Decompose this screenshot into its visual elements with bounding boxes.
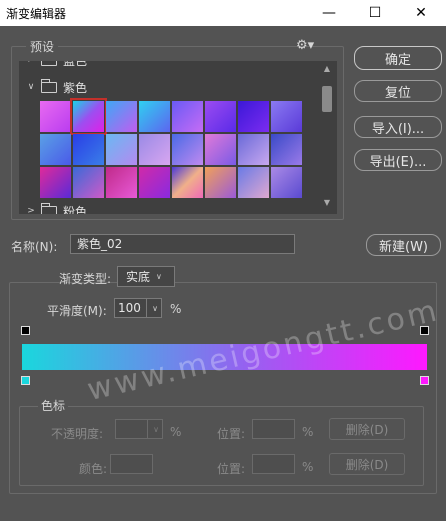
minimize-button[interactable]: — [306,0,352,26]
chevron-down-icon: ∨ [156,272,162,281]
gradient-swatch[interactable] [271,134,302,165]
chevron-right-icon[interactable]: > [25,61,37,65]
opacity-location-input[interactable] [252,419,295,439]
color-location-label: 位置: [217,462,246,476]
gradient-swatch[interactable] [205,101,236,132]
opacity-input[interactable]: ∨ [115,419,163,439]
gradient-swatch[interactable] [40,134,71,165]
name-input[interactable]: 紫色_02 [70,234,295,254]
gradient-swatch[interactable] [40,101,71,132]
chevron-down-icon[interactable]: ∨ [25,82,37,92]
gradient-swatch[interactable] [205,167,236,198]
folder-label: 蓝色 [63,61,87,69]
color-stop-right[interactable] [420,376,429,385]
preset-list[interactable]: > 蓝色 ∨ 紫色 > 粉色 [19,61,337,214]
export-button[interactable]: 导出(E)... [354,149,442,171]
name-label: 名称(N): [11,240,58,254]
folder-row-blue[interactable]: > 蓝色 [19,61,319,71]
opacity-stop-left[interactable] [21,326,30,335]
gradient-swatch[interactable] [172,134,203,165]
scroll-thumb[interactable] [322,86,332,112]
select-divider [146,299,147,317]
reset-button[interactable]: 复位 [354,80,442,102]
gradient-swatch[interactable] [106,167,137,198]
gradient-type-value: 实底 [126,270,151,284]
ok-button[interactable]: 确定 [354,46,442,70]
gear-icon[interactable]: ⚙▾ [296,38,314,53]
close-button[interactable]: ✕ [398,0,444,26]
folder-label: 粉色 [63,204,88,215]
gradient-type-label: 渐变类型: [59,272,112,286]
folder-row-pink[interactable]: > 粉色 [19,200,319,214]
chevron-down-icon: ∨ [152,304,158,313]
gradient-swatch[interactable] [106,134,137,165]
smoothness-value: 100 [118,301,141,315]
folder-row-purple[interactable]: ∨ 紫色 [19,76,319,98]
title-bar: 渐变编辑器 — ☐ ✕ [0,0,446,26]
color-stop-legend: 色标 [38,397,69,414]
color-label: 颜色: [79,462,108,476]
maximize-button[interactable]: ☐ [352,0,398,26]
gradient-type-select[interactable]: 实底 ∨ [117,266,175,287]
preset-scrollbar[interactable] [320,61,334,214]
scroll-up-icon[interactable]: ▲ [320,64,334,73]
chevron-right-icon[interactable]: > [25,206,37,214]
gradient-swatch[interactable] [271,101,302,132]
opacity-location-unit: % [302,425,314,439]
gradient-swatch[interactable] [40,167,71,198]
gradient-swatch[interactable] [139,167,170,198]
gradient-swatch[interactable] [271,167,302,198]
gradient-swatch[interactable] [73,134,104,165]
color-stop-left[interactable] [21,376,30,385]
delete-opacity-stop-button[interactable]: 删除(D) [329,418,405,440]
delete-color-stop-button[interactable]: 删除(D) [329,453,405,475]
smoothness-select[interactable]: 100 ∨ [114,298,162,318]
gradient-swatch[interactable] [139,134,170,165]
gradient-swatch[interactable] [172,167,203,198]
folder-icon [41,61,57,66]
gradient-swatch[interactable] [106,101,137,132]
color-well[interactable] [110,454,153,474]
folder-icon [41,202,57,214]
preset-legend: 预设 [26,38,59,55]
opacity-label: 不透明度: [51,427,104,441]
folder-label: 紫色 [63,80,88,95]
gradient-swatch[interactable] [139,101,170,132]
import-button[interactable]: 导入(I)... [354,116,442,138]
smoothness-unit: % [170,302,182,316]
gradient-swatch[interactable] [70,98,107,135]
swatch-grid [40,98,304,198]
scroll-down-icon[interactable]: ▼ [320,198,334,207]
gradient-swatch[interactable] [238,134,269,165]
gradient-swatch[interactable] [73,167,104,198]
color-location-unit: % [302,460,314,474]
smoothness-label: 平滑度(M): [47,304,107,318]
opacity-unit: % [170,425,182,439]
gradient-swatch[interactable] [238,101,269,132]
chevron-down-icon: ∨ [153,425,159,434]
new-button[interactable]: 新建(W) [366,234,441,256]
color-location-input[interactable] [252,454,295,474]
gradient-swatch[interactable] [238,167,269,198]
gradient-swatch[interactable] [172,101,203,132]
opacity-location-label: 位置: [217,427,246,441]
folder-icon [41,78,57,93]
select-divider [147,420,148,438]
gradient-swatch[interactable] [205,134,236,165]
window-title: 渐变编辑器 [6,7,67,21]
